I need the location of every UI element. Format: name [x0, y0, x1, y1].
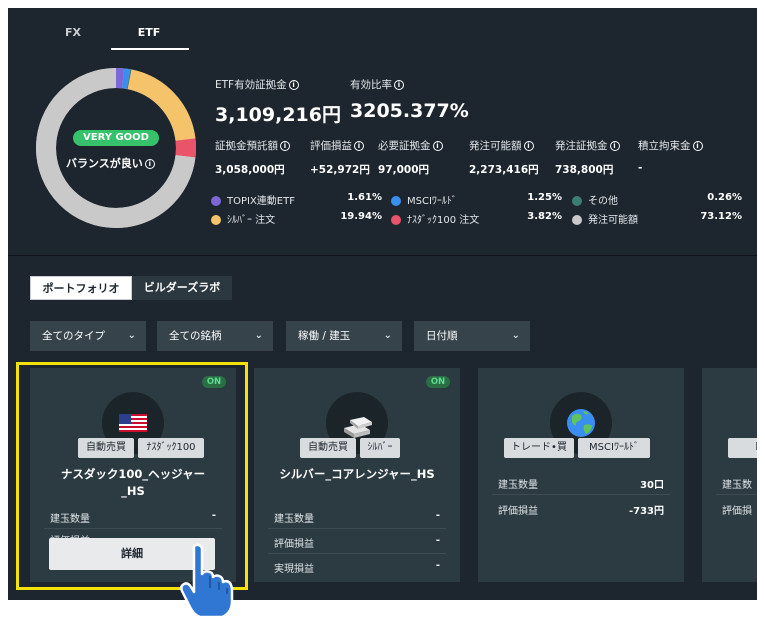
legend-pct: 19.94%	[340, 211, 382, 222]
legend-dot	[391, 196, 401, 206]
row-divider	[716, 494, 757, 495]
legend-dot	[211, 215, 221, 225]
legend-pct: 1.61%	[347, 192, 382, 203]
strategy-card-msci[interactable]: トレード•買 MSCIﾜｰﾙﾄﾞ 建玉数量 30口 評価損益 -733円	[478, 368, 684, 582]
tag-trade-buy: トレード•買	[504, 438, 574, 458]
type-filter-label: 全てのタイプ	[42, 330, 105, 342]
row-label: 評価損	[722, 506, 752, 517]
metric-value: -	[638, 162, 643, 174]
metric-value: 738,800円	[555, 164, 614, 176]
strategy-card-silver[interactable]: ON 自動売買 ｼﾙﾊﾞｰ シルバー_コアレンジャー_HS 建玉数量 - 評価損…	[254, 368, 460, 582]
info-icon[interactable]: i	[280, 141, 290, 151]
info-icon[interactable]: i	[354, 141, 364, 151]
metric-label: 証拠金預託額 i	[215, 138, 290, 153]
tag-symbol: ｼﾙﾊﾞｰ	[360, 438, 400, 458]
row-divider	[268, 553, 446, 554]
tag-auto-trade: 自動売買	[300, 438, 356, 458]
metric-value: 97,000円	[378, 164, 430, 176]
etf-margin-value: 3,109,216円	[215, 104, 341, 126]
info-icon[interactable]: i	[692, 141, 703, 151]
row-label: 評価損益	[274, 539, 314, 550]
chevron-down-icon: ⌄	[383, 330, 392, 341]
row-value: -733円	[628, 506, 664, 517]
strategy-card-partial[interactable]: トレ 建玉数 評価損	[702, 368, 757, 582]
info-icon[interactable]: i	[609, 141, 620, 151]
legend-item: TOPIX連動ETF	[211, 192, 295, 207]
row-divider	[268, 528, 446, 529]
symbol-filter-dropdown[interactable]: 全ての銘柄 ⌄	[157, 321, 273, 351]
type-filter-dropdown[interactable]: 全てのタイプ ⌄	[30, 321, 146, 351]
legend-pct: 73.12%	[700, 211, 742, 222]
row-value: 30口	[640, 480, 664, 491]
legend-pct: 0.26%	[707, 192, 742, 203]
legend-pct: 3.82%	[527, 211, 562, 222]
row-label: 建玉数	[722, 480, 752, 491]
tab-portfolio[interactable]: ポートフォリオ	[30, 276, 132, 300]
metric-label: 必要証拠金 i	[378, 138, 443, 153]
tab-etf[interactable]: ETF	[111, 26, 187, 39]
chevron-down-icon: ⌄	[254, 330, 263, 341]
chevron-down-icon: ⌄	[511, 330, 520, 341]
info-icon[interactable]: i	[394, 80, 404, 90]
section-divider	[8, 255, 757, 256]
strategy-title: シルバー_コアレンジャー_HS	[254, 466, 460, 483]
tag-symbol: MSCIﾜｰﾙﾄﾞ	[578, 438, 650, 458]
metric-value: +52,972円	[310, 164, 370, 176]
ratio-value: 3205.377%	[350, 100, 469, 122]
metric-label: 評価損益 i	[310, 138, 364, 153]
pointer-hand-icon	[180, 543, 234, 616]
info-icon[interactable]: i	[523, 141, 534, 151]
balance-label: バランスが良い i	[66, 155, 176, 171]
legend-item: MSCIﾜｰﾙﾄﾞ	[391, 192, 457, 207]
sort-label: 日付順	[426, 330, 458, 342]
legend-item: ｼﾙﾊﾞｰ 注文	[211, 211, 275, 226]
metric-label: 発注証拠金 i	[555, 138, 620, 153]
info-icon[interactable]: i	[144, 159, 155, 169]
active-tab-underline	[111, 48, 189, 50]
row-label: 実現損益	[274, 564, 314, 575]
chevron-down-icon: ⌄	[127, 330, 136, 341]
strategy-title-line1: シルバー_コアレンジャー_HS	[279, 467, 435, 481]
legend-item: 発注可能額	[572, 211, 638, 226]
metric-value: 2,273,416円	[469, 164, 539, 176]
balance-label-text: バランスが良い	[66, 157, 143, 170]
legend-dot	[211, 196, 221, 206]
legend-dot	[391, 215, 401, 225]
ratio-label: 有効比率 i	[350, 77, 404, 92]
status-filter-label: 稼働 / 建玉	[298, 330, 351, 342]
row-label: 建玉数量	[498, 480, 538, 491]
row-value: -	[435, 560, 440, 571]
very-good-badge: VERY GOOD	[73, 130, 159, 146]
tab-builders-lab[interactable]: ビルダーズラボ	[132, 276, 232, 300]
metric-label: 積立拘束金 i	[638, 138, 703, 153]
on-badge: ON	[426, 376, 450, 388]
legend-item: その他	[572, 192, 618, 207]
symbol-filter-label: 全ての銘柄	[169, 330, 222, 342]
row-label: 建玉数量	[274, 514, 314, 525]
balance-donut-chart	[36, 68, 196, 228]
sort-dropdown[interactable]: 日付順 ⌄	[414, 321, 530, 351]
etf-margin-label: ETF有効証拠金 i	[215, 77, 299, 92]
legend-item: ﾅｽﾀﾞｯｸ100 注文	[391, 211, 479, 226]
row-value: -	[435, 535, 440, 546]
legend-dot	[572, 215, 582, 225]
row-divider	[492, 494, 670, 495]
row-value: -	[435, 510, 440, 521]
status-filter-dropdown[interactable]: 稼働 / 建玉 ⌄	[286, 321, 402, 351]
info-icon[interactable]: i	[432, 141, 443, 151]
tag-trade: トレ	[728, 438, 757, 458]
tab-fx[interactable]: FX	[53, 26, 93, 39]
info-icon[interactable]: i	[288, 80, 299, 90]
legend-dot	[572, 196, 582, 206]
metric-label: 発注可能額 i	[469, 138, 534, 153]
metric-value: 3,058,000円	[215, 164, 285, 176]
row-label: 評価損益	[498, 506, 538, 517]
legend-pct: 1.25%	[527, 192, 562, 203]
